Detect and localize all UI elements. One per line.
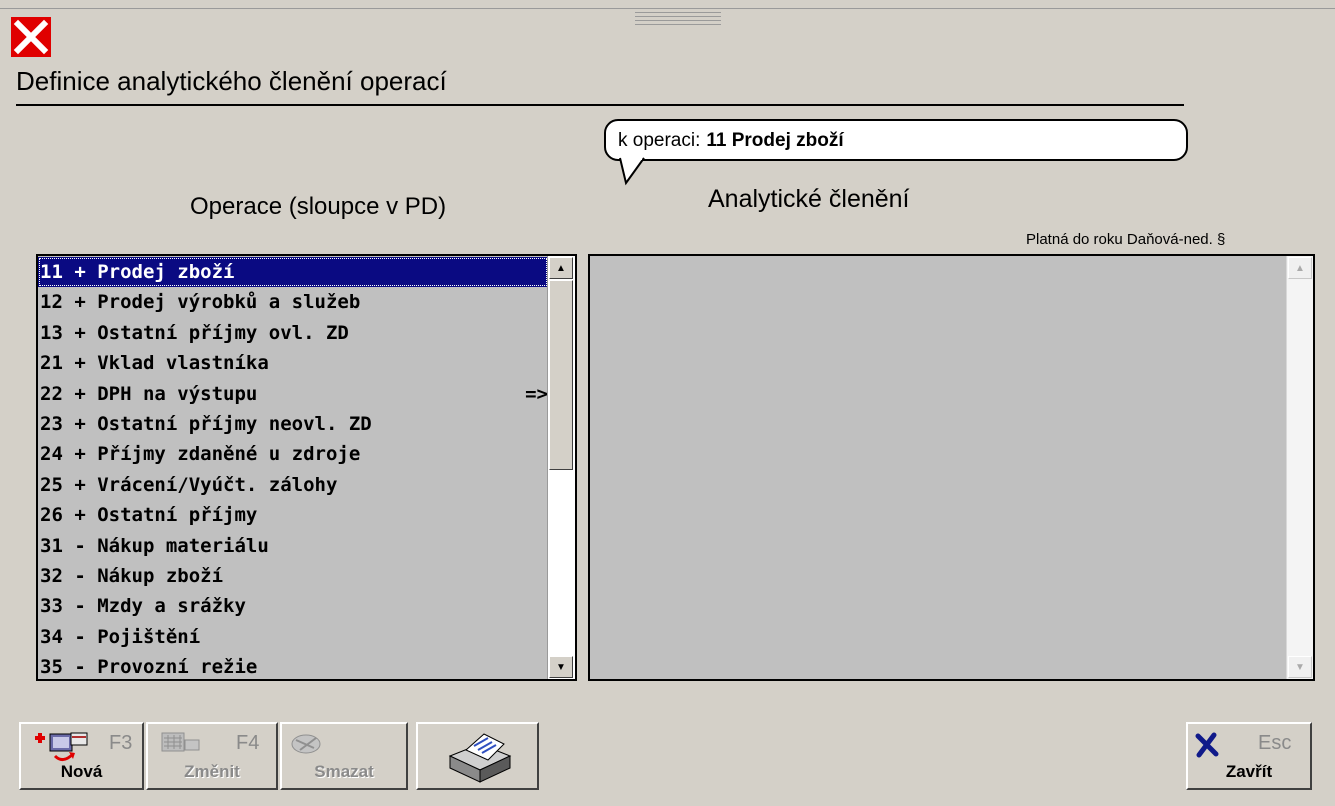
list-item[interactable]: 12 + Prodej výrobků a služeb <box>38 287 548 317</box>
operations-rows: 11 + Prodej zboží 12 + Prodej výrobků a s… <box>38 257 548 679</box>
operations-list[interactable]: 11 + Prodej zboží 12 + Prodej výrobků a s… <box>36 254 577 681</box>
list-item[interactable]: 33 - Mzdy a srážky <box>38 591 548 621</box>
scroll-down-icon[interactable]: ▼ <box>549 656 573 678</box>
analytics-header: Analytické členění <box>708 185 910 213</box>
new-shortcut: F3 <box>109 732 133 754</box>
list-item-label: 23 + Ostatní příjmy neovl. ZD <box>40 412 372 435</box>
list-item[interactable]: 34 - Pojištění <box>38 622 548 652</box>
printer-icon <box>448 733 512 783</box>
list-item-label: 35 - Provozní režie <box>40 656 258 679</box>
new-label: Nová <box>60 762 103 781</box>
analytics-list[interactable]: ▲ ▼ <box>588 254 1315 681</box>
list-item[interactable]: 35 - Provozní režie <box>38 652 548 679</box>
list-item-label: 11 + Prodej zboží <box>40 261 235 283</box>
list-item-label: 33 - Mzdy a srážky <box>40 595 246 618</box>
close-shortcut: Esc <box>1258 732 1292 754</box>
list-item[interactable]: 11 + Prodej zboží <box>38 257 548 288</box>
target-arrow-icon: => <box>525 382 548 405</box>
callout-operation: 11 Prodej zboží <box>706 130 844 151</box>
edit-shortcut: F4 <box>236 732 260 754</box>
drag-grip[interactable] <box>635 12 721 34</box>
list-item-label: 12 + Prodej výrobků a služeb <box>40 291 361 314</box>
list-item[interactable]: 21 + Vklad vlastníka <box>38 348 548 378</box>
list-item-label: 25 + Vrácení/Vyúčt. zálohy <box>40 473 338 496</box>
callout-tail <box>619 157 645 186</box>
list-item-label: 26 + Ostatní příjmy <box>40 504 258 527</box>
window-frame <box>0 0 1335 9</box>
list-item[interactable]: 13 + Ostatní příjmy ovl. ZD <box>38 318 548 348</box>
list-item-label: 22 + DPH na výstupu <box>40 382 258 405</box>
list-item[interactable]: 26 + Ostatní příjmy <box>38 500 548 530</box>
analytics-scrollbar[interactable]: ▲ ▼ <box>1286 256 1313 679</box>
edit-button[interactable]: F4 Změnit <box>146 722 278 790</box>
delete-record-icon <box>291 734 321 754</box>
list-item-label: 21 + Vklad vlastníka <box>40 352 269 375</box>
close-x-icon <box>1195 732 1219 758</box>
close-label: Zavřít <box>1225 762 1273 781</box>
edit-label: Změnit <box>184 762 240 781</box>
operations-header: Operace (sloupce v PD) <box>190 193 447 220</box>
list-item[interactable]: 31 - Nákup materiálu <box>38 531 548 561</box>
analytics-scroll-down-icon[interactable]: ▼ <box>1288 656 1312 678</box>
callout-text: k operaci: 11 Prodej zboží <box>618 130 844 152</box>
page-title: Definice analytického členění operací <box>16 66 447 96</box>
close-button[interactable]: Esc Zavřít <box>1186 722 1312 790</box>
list-item[interactable]: 25 + Vrácení/Vyúčt. zálohy <box>38 470 548 500</box>
scroll-thumb[interactable] <box>549 280 573 470</box>
list-item-label: 34 - Pojištění <box>40 625 201 648</box>
list-item-label: 24 + Příjmy zdaněné u zdroje <box>40 443 361 466</box>
scroll-up-icon[interactable]: ▲ <box>549 257 573 279</box>
analytics-column-headers: Platná do roku Daňová-ned. § <box>1026 231 1226 248</box>
list-item[interactable]: 23 + Ostatní příjmy neovl. ZD <box>38 409 548 439</box>
list-item-label: 32 - Nákup zboží <box>40 564 224 587</box>
operations-scrollbar[interactable]: ▲ ▼ <box>547 256 575 679</box>
print-button[interactable] <box>416 722 539 790</box>
list-item[interactable]: 24 + Příjmy zdaněné u zdroje <box>38 439 548 469</box>
close-icon[interactable] <box>11 17 51 57</box>
delete-button[interactable]: Smazat <box>280 722 408 790</box>
title-underline <box>16 104 1184 106</box>
new-button[interactable]: F3 Nová <box>19 722 144 790</box>
add-record-icon <box>35 732 88 761</box>
delete-label: Smazat <box>314 762 374 781</box>
list-item-label: 13 + Ostatní příjmy ovl. ZD <box>40 321 349 344</box>
list-item-label: 31 - Nákup materiálu <box>40 534 269 557</box>
list-item[interactable]: 32 - Nákup zboží <box>38 561 548 591</box>
callout-prefix: k operaci: <box>618 130 701 151</box>
edit-record-icon <box>161 732 200 752</box>
list-item[interactable]: 22 + DPH na výstupu => <box>38 379 548 409</box>
analytics-scroll-up-icon[interactable]: ▲ <box>1288 257 1312 279</box>
